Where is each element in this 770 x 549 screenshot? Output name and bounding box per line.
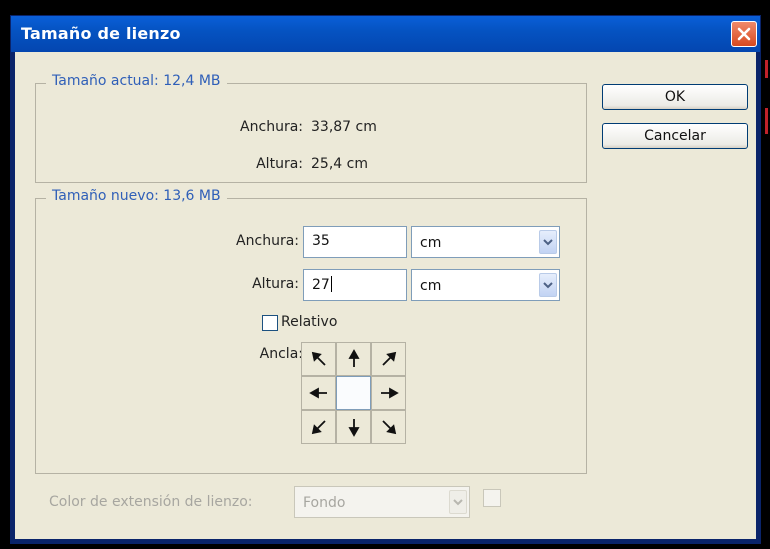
title-bar[interactable]: Tamaño de lienzo: [11, 16, 760, 52]
extension-color-label: Color de extensión de lienzo:: [49, 494, 253, 510]
extension-dropdown-button[interactable]: [449, 490, 467, 514]
width-input-value: 35: [312, 233, 330, 249]
cancel-button[interactable]: Cancelar: [602, 123, 748, 149]
anchor-bottom-left[interactable]: [301, 410, 336, 444]
arrow-down-left-icon: [311, 420, 326, 435]
anchor-grid: [301, 342, 406, 444]
current-height-label: Altura:: [256, 156, 303, 172]
anchor-label: Ancla:: [259, 346, 303, 362]
anchor-top-right[interactable]: [371, 342, 406, 376]
width-unit-select[interactable]: cm: [411, 226, 560, 258]
new-size-legend: Tamaño nuevo: 13,6 MB: [46, 188, 227, 204]
text-caret: [330, 276, 332, 292]
height-input[interactable]: 27: [303, 269, 407, 301]
edge-mark: [765, 108, 768, 134]
new-height-label: Altura:: [252, 276, 299, 292]
extension-color-swatch[interactable]: [483, 489, 501, 507]
ok-button[interactable]: OK: [602, 84, 748, 110]
anchor-top-left[interactable]: [301, 342, 336, 376]
current-size-legend: Tamaño actual: 12,4 MB: [46, 73, 227, 89]
arrow-up-right-icon: [381, 351, 396, 366]
relative-checkbox[interactable]: [262, 315, 278, 331]
height-unit-value: cm: [420, 278, 442, 294]
height-unit-select[interactable]: cm: [411, 269, 560, 301]
current-width-label: Anchura:: [240, 119, 303, 135]
height-input-value: 27: [312, 277, 330, 293]
arrow-left-icon: [308, 387, 327, 399]
anchor-right[interactable]: [371, 376, 406, 410]
width-input[interactable]: 35: [303, 226, 407, 258]
anchor-left[interactable]: [301, 376, 336, 410]
current-width-value: 33,87 cm: [311, 119, 377, 135]
chevron-down-icon: [453, 499, 463, 506]
relative-label[interactable]: Relativo: [281, 314, 337, 330]
anchor-bottom[interactable]: [336, 410, 371, 444]
width-unit-value: cm: [420, 235, 442, 251]
anchor-center[interactable]: [336, 376, 371, 410]
arrow-right-icon: [380, 387, 399, 399]
close-icon: [737, 27, 751, 41]
anchor-bottom-right[interactable]: [371, 410, 406, 444]
arrow-up-left-icon: [311, 351, 326, 366]
extension-color-value: Fondo: [303, 495, 346, 511]
width-unit-dropdown-button[interactable]: [539, 230, 557, 254]
close-button[interactable]: [731, 21, 757, 47]
arrow-down-right-icon: [381, 420, 396, 435]
dialog-title: Tamaño de lienzo: [21, 24, 181, 43]
arrow-up-icon: [347, 349, 360, 367]
extension-color-select[interactable]: Fondo: [294, 486, 470, 518]
new-width-label: Anchura:: [236, 233, 299, 249]
edge-mark: [765, 60, 768, 78]
chevron-down-icon: [543, 282, 553, 289]
anchor-top[interactable]: [336, 342, 371, 376]
arrow-down-icon: [347, 419, 360, 437]
current-height-value: 25,4 cm: [311, 156, 368, 172]
chevron-down-icon: [543, 239, 553, 246]
height-unit-dropdown-button[interactable]: [539, 273, 557, 297]
canvas-size-dialog: Tamaño de lienzo Tamaño actual: 12,4 MB …: [10, 15, 761, 544]
